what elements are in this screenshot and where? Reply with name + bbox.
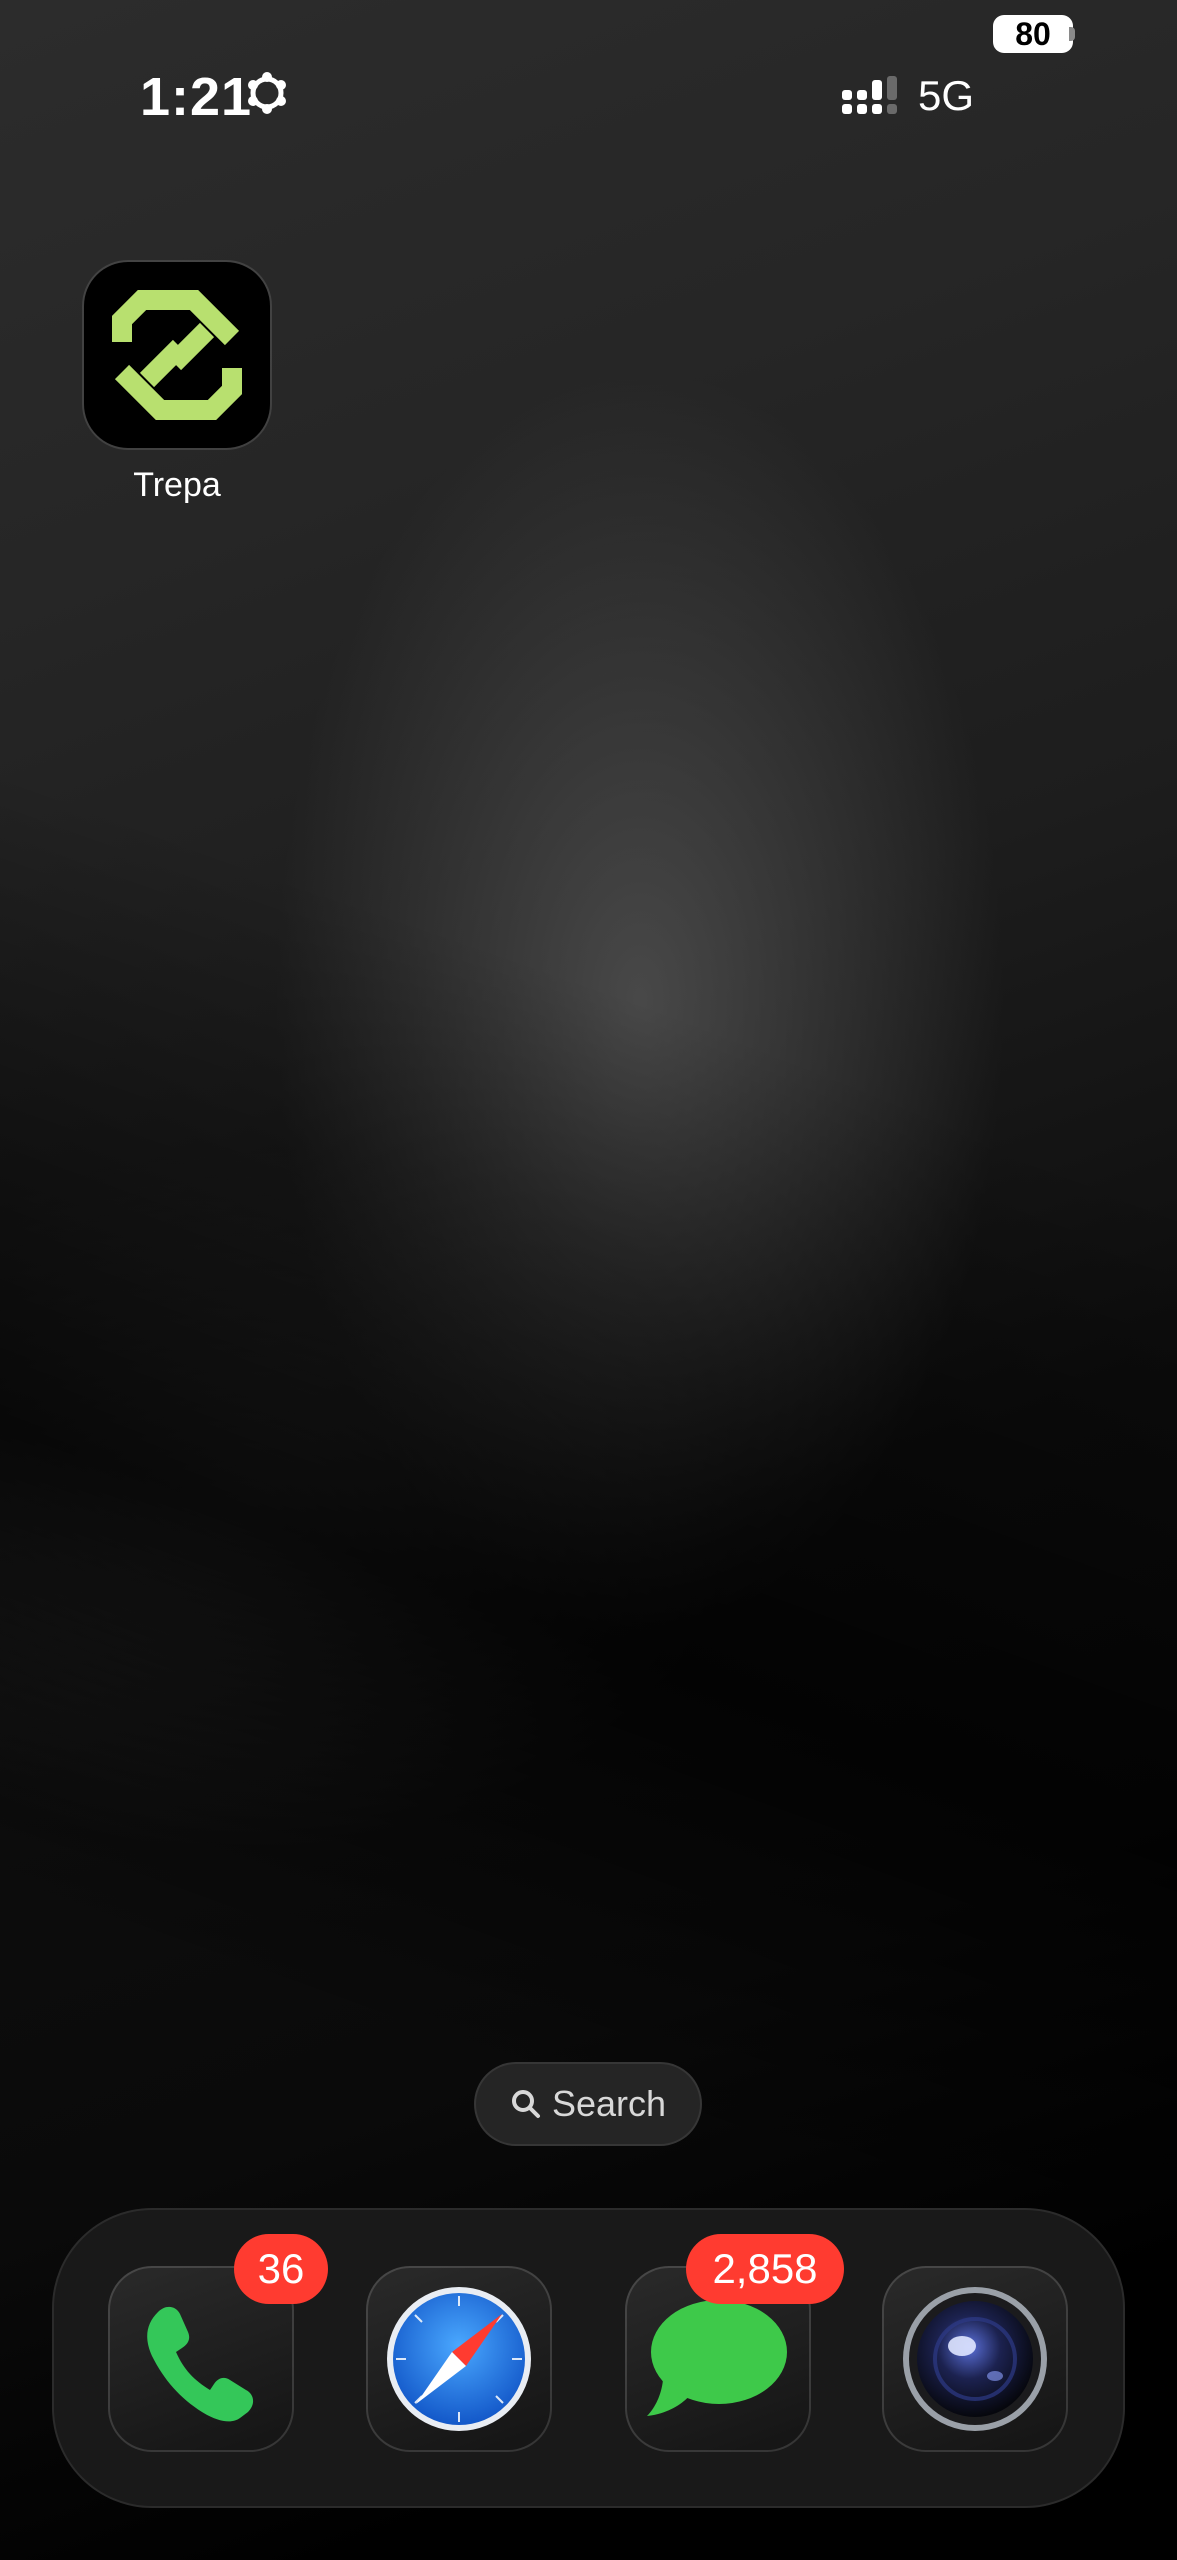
battery-level: 80 — [1015, 15, 1051, 52]
spotlight-search-button[interactable]: Search — [474, 2062, 702, 2146]
compass-icon — [387, 2287, 531, 2431]
camera-lens-icon — [903, 2287, 1047, 2431]
trepa-logo-icon — [112, 290, 242, 420]
messages-badge: 2,858 — [686, 2234, 844, 2304]
dock-app-safari[interactable] — [366, 2266, 552, 2452]
status-bar: 1:21 5G — [0, 60, 1177, 130]
battery-icon: 80 — [993, 15, 1073, 53]
app-tile-trepa[interactable] — [84, 262, 270, 448]
magnifier-icon — [511, 2090, 540, 2118]
status-time: 1:21 — [140, 67, 253, 127]
search-label: Search — [551, 2083, 667, 2124]
cellular-signal-icon — [842, 76, 897, 114]
focus-mode-icon — [248, 72, 286, 114]
dock-app-camera[interactable] — [882, 2266, 1068, 2452]
battery-tip — [1069, 27, 1075, 41]
network-type: 5G — [918, 72, 975, 119]
app-trepa[interactable]: Trepa — [84, 262, 274, 505]
phone-icon — [147, 2306, 254, 2422]
app-label-trepa: Trepa — [133, 466, 221, 504]
message-bubble-icon — [647, 2300, 787, 2416]
phone-badge: 36 — [234, 2234, 328, 2304]
